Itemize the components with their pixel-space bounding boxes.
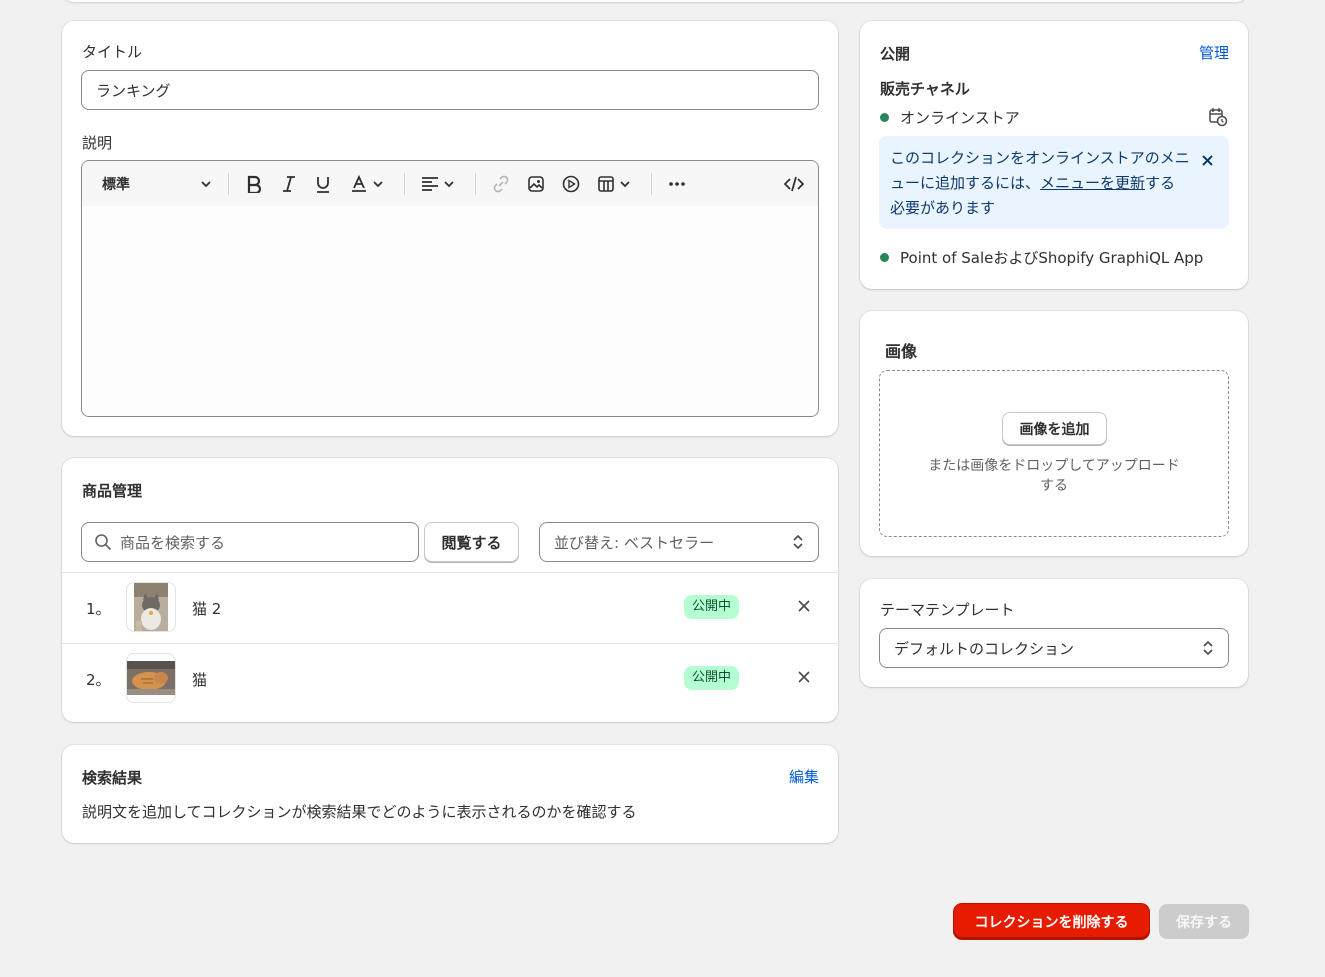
- text-color-icon: [352, 175, 366, 192]
- channel-online-store: オンラインストア: [880, 107, 1020, 128]
- publishing-heading: 公開: [880, 45, 911, 63]
- product-management-card: 商品管理 商品を検索する 閲覧する 並び替え: ベストセラー 1。 猫 2 公開…: [62, 458, 838, 722]
- title-input-value: ランキング: [96, 81, 171, 100]
- product-thumbnail: [126, 653, 176, 703]
- banner-text: このコレクションをオンラインストアのメニューに追加するには、メニューを更新する必…: [890, 146, 1190, 221]
- dismiss-banner-button[interactable]: [1202, 152, 1213, 170]
- toolbar-divider: [475, 173, 476, 195]
- status-badge: 公開中: [684, 666, 740, 690]
- calendar-clock-icon: [1209, 108, 1228, 127]
- table-icon: [598, 176, 614, 192]
- search-icon: [95, 534, 112, 551]
- product-thumbnail: [126, 582, 176, 632]
- sort-select[interactable]: 並び替え: ベストセラー: [539, 522, 819, 562]
- channel-name: Point of SaleおよびShopify GraphiQL App: [900, 249, 1204, 267]
- select-arrows-icon: [793, 534, 803, 550]
- toolbar-divider: [228, 173, 229, 195]
- product-search-placeholder: 商品を検索する: [120, 533, 226, 552]
- format-select-label: 標準: [102, 177, 130, 193]
- sort-select-value: 並び替え: ベストセラー: [554, 533, 715, 552]
- align-button[interactable]: [418, 173, 458, 195]
- browse-products-button[interactable]: 閲覧する: [424, 522, 519, 562]
- description-label: 説明: [82, 134, 113, 152]
- products-heading: 商品管理: [82, 482, 143, 500]
- link-button[interactable]: [489, 173, 513, 195]
- italic-button[interactable]: [277, 173, 301, 195]
- play-circle-icon: [562, 175, 580, 193]
- save-button[interactable]: 保存する: [1159, 904, 1249, 939]
- channel-name: オンラインストア: [900, 109, 1020, 127]
- manage-link[interactable]: 管理: [1199, 42, 1229, 63]
- theme-template-card: テーマテンプレート デフォルトのコレクション: [860, 579, 1248, 687]
- close-icon: [798, 671, 810, 683]
- title-label: タイトル: [82, 43, 143, 61]
- close-icon: [1202, 155, 1213, 166]
- publishing-card: 公開 管理 販売チャネル オンラインストア このコレクションをオンラインストアの…: [860, 21, 1248, 289]
- status-badge: 公開中: [684, 595, 740, 619]
- bold-button[interactable]: [242, 173, 266, 195]
- product-row[interactable]: 2。 猫 公開中: [62, 644, 838, 714]
- theme-template-value: デフォルトのコレクション: [894, 639, 1075, 658]
- product-name: 猫: [192, 671, 208, 689]
- remove-product-button[interactable]: [798, 668, 810, 687]
- image-icon: [528, 176, 544, 192]
- update-menu-link[interactable]: メニューを更新: [1040, 174, 1145, 192]
- previous-card-edge: [62, 0, 1248, 2]
- image-card: 画像 画像を追加 または画像をドロップしてアップロードする: [860, 311, 1248, 556]
- schedule-button[interactable]: [1208, 107, 1228, 131]
- image-dropzone[interactable]: 画像を追加 または画像をドロップしてアップロードする: [879, 370, 1229, 537]
- toolbar-divider: [651, 173, 652, 195]
- drop-hint: または画像をドロップしてアップロードする: [928, 458, 1180, 494]
- theme-template-select[interactable]: デフォルトのコレクション: [879, 628, 1229, 668]
- product-search-input[interactable]: 商品を検索する: [81, 522, 419, 562]
- chevron-down-icon: [373, 181, 383, 188]
- editor-content-area[interactable]: [82, 206, 818, 416]
- close-icon: [798, 600, 810, 612]
- bold-icon: [247, 175, 262, 193]
- underline-icon: [317, 177, 329, 193]
- chevron-down-icon: [620, 181, 630, 188]
- status-dot: [880, 253, 889, 262]
- html-source-button[interactable]: [782, 173, 806, 195]
- select-arrows-icon: [1203, 640, 1213, 656]
- toolbar-divider: [404, 173, 405, 195]
- format-select[interactable]: 標準: [102, 173, 212, 195]
- status-dot: [880, 113, 889, 122]
- channel-pos: Point of SaleおよびShopify GraphiQL App: [880, 247, 1203, 268]
- italic-icon: [283, 176, 295, 192]
- editor-toolbar: 標準: [82, 161, 818, 206]
- product-row[interactable]: 1。 猫 2 公開中: [62, 573, 838, 643]
- more-horizontal-icon: [669, 182, 685, 186]
- image-heading: 画像: [885, 342, 918, 361]
- rich-text-editor: 標準: [81, 160, 819, 417]
- product-row-index: 2。: [86, 671, 111, 689]
- theme-template-label: テーマテンプレート: [880, 601, 1015, 619]
- search-results-card: 検索結果 編集 説明文を追加してコレクションが検索結果でどのように表示されるのか…: [62, 745, 838, 843]
- seo-heading: 検索結果: [82, 769, 143, 787]
- product-row-index: 1。: [86, 600, 111, 618]
- title-input[interactable]: ランキング: [81, 70, 819, 110]
- seo-description: 説明文を追加してコレクションが検索結果でどのように表示されるのかを確認する: [82, 803, 637, 821]
- cat-photo-icon: [127, 661, 175, 695]
- cat-photo-icon: [134, 583, 168, 631]
- title-description-card: タイトル ランキング 説明 標準: [62, 21, 838, 436]
- remove-product-button[interactable]: [798, 597, 810, 616]
- add-image-button[interactable]: 画像を追加: [1002, 412, 1107, 445]
- delete-collection-button[interactable]: コレクションを削除する: [954, 904, 1149, 939]
- text-color-button[interactable]: [347, 173, 387, 195]
- link-icon: [493, 175, 509, 193]
- chevron-down-icon: [201, 181, 211, 188]
- product-name: 猫 2: [192, 600, 222, 618]
- insert-video-button[interactable]: [559, 173, 583, 195]
- menu-info-banner: このコレクションをオンラインストアのメニューに追加するには、メニューを更新する必…: [879, 136, 1229, 229]
- insert-image-button[interactable]: [524, 173, 548, 195]
- sales-channels-heading: 販売チャネル: [880, 80, 970, 98]
- align-left-icon: [422, 177, 438, 191]
- chevron-down-icon: [444, 181, 454, 188]
- insert-table-button[interactable]: [594, 173, 634, 195]
- underline-button[interactable]: [311, 173, 335, 195]
- seo-edit-link[interactable]: 編集: [789, 766, 819, 787]
- code-icon: [784, 176, 804, 192]
- more-options-button[interactable]: [665, 173, 689, 195]
